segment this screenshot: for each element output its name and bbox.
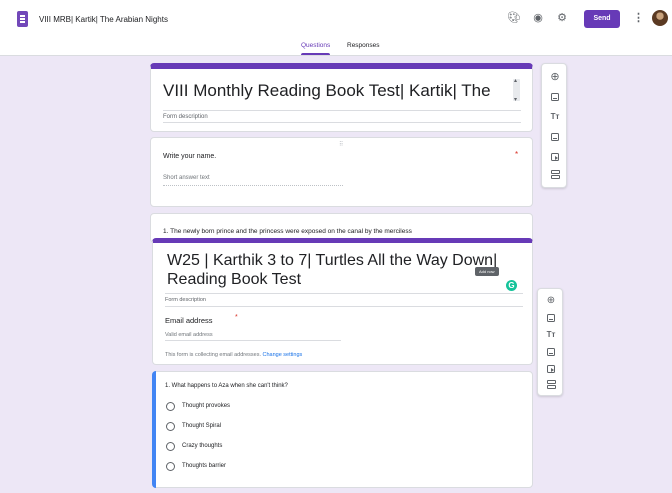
radio-button[interactable] (166, 402, 175, 411)
form2-title-card: W25 | Karthik 3 to 7| Turtles All the Wa… (152, 238, 533, 365)
add-video-icon[interactable] (548, 150, 562, 164)
description-underline (165, 306, 523, 307)
add-question-icon[interactable]: ⊕ (548, 70, 562, 84)
title-underline (163, 110, 521, 111)
question-title[interactable]: Write your name. (163, 153, 216, 160)
add-title-icon[interactable]: Tт (544, 328, 558, 342)
email-required-asterisk: * (235, 314, 238, 321)
tab-bar: Questions Responses (0, 38, 672, 56)
option-label[interactable]: Thought provokes (182, 403, 230, 409)
title-scroll-control[interactable] (513, 77, 520, 103)
form-title[interactable]: VIII Monthly Reading Book Test| Kartik| … (163, 81, 503, 101)
more-options-icon[interactable]: ⋮ (633, 11, 644, 25)
email-note-text: This form is collecting email addresses. (165, 352, 261, 358)
add-video-icon[interactable] (544, 362, 558, 376)
add-image-icon[interactable] (544, 345, 558, 359)
preview-eye-icon[interactable]: ◉ (531, 11, 545, 25)
form-title-card: VIII Monthly Reading Book Test| Kartik| … (150, 63, 533, 132)
radio-button[interactable] (166, 442, 175, 451)
change-settings-link[interactable]: Change settings (263, 352, 303, 358)
required-asterisk: * (515, 150, 519, 159)
title-underline (165, 293, 523, 294)
radio-button[interactable] (166, 422, 175, 431)
add-question-icon[interactable]: ⊕ (544, 294, 558, 308)
tab-questions[interactable]: Questions (301, 42, 331, 55)
option-label[interactable]: Thought Spiral (182, 423, 221, 429)
short-answer-placeholder: Short answer text (163, 175, 210, 181)
email-label: Email address (165, 316, 213, 325)
form-description[interactable]: Form description (163, 114, 208, 120)
top-bar: VIII MRB| Kartik| The Arabian Nights 🎨︎ … (0, 0, 672, 38)
question-card-name[interactable]: ⠿ Write your name. * Short answer text (150, 137, 533, 207)
question-toolbar: ⊕ Tт (541, 63, 567, 188)
email-placeholder: Valid email address (165, 332, 213, 338)
form2-description[interactable]: Form description (165, 297, 206, 303)
send-button[interactable]: Send (584, 10, 620, 28)
form2-title[interactable]: W25 | Karthik 3 to 7| Turtles All the Wa… (167, 251, 507, 289)
grammarly-icon[interactable]: G (506, 280, 517, 291)
tab-responses[interactable]: Responses (347, 42, 380, 49)
forms-app-icon[interactable] (17, 11, 28, 27)
email-underline (165, 340, 341, 341)
import-questions-icon[interactable] (544, 311, 558, 325)
option-label[interactable]: Thoughts barrier (182, 463, 226, 469)
email-collection-note: This form is collecting email addresses.… (165, 352, 302, 358)
add-title-icon[interactable]: Tт (548, 110, 562, 124)
tooltip: Add now (475, 267, 499, 276)
add-section-icon[interactable] (544, 378, 558, 392)
account-avatar[interactable] (652, 10, 668, 26)
description-underline (163, 122, 521, 123)
radio-button[interactable] (166, 462, 175, 471)
answer-underline (163, 185, 343, 186)
drag-handle-icon[interactable]: ⠿ (339, 141, 344, 148)
palette-icon[interactable]: 🎨︎ (507, 11, 521, 25)
question-title[interactable]: 1. What happens to Aza when she can't th… (165, 383, 288, 389)
form2-question-card[interactable]: 1. What happens to Aza when she can't th… (152, 371, 533, 488)
document-title[interactable]: VIII MRB| Kartik| The Arabian Nights (39, 15, 168, 24)
option-label[interactable]: Crazy thoughts (182, 443, 222, 449)
import-questions-icon[interactable] (548, 90, 562, 104)
add-section-icon[interactable] (548, 168, 562, 182)
form2-question-toolbar: ⊕ Tт (537, 288, 563, 396)
add-image-icon[interactable] (548, 130, 562, 144)
settings-gear-icon[interactable]: ⚙ (555, 11, 569, 25)
question-title[interactable]: 1. The newly born prince and the princes… (163, 228, 412, 235)
